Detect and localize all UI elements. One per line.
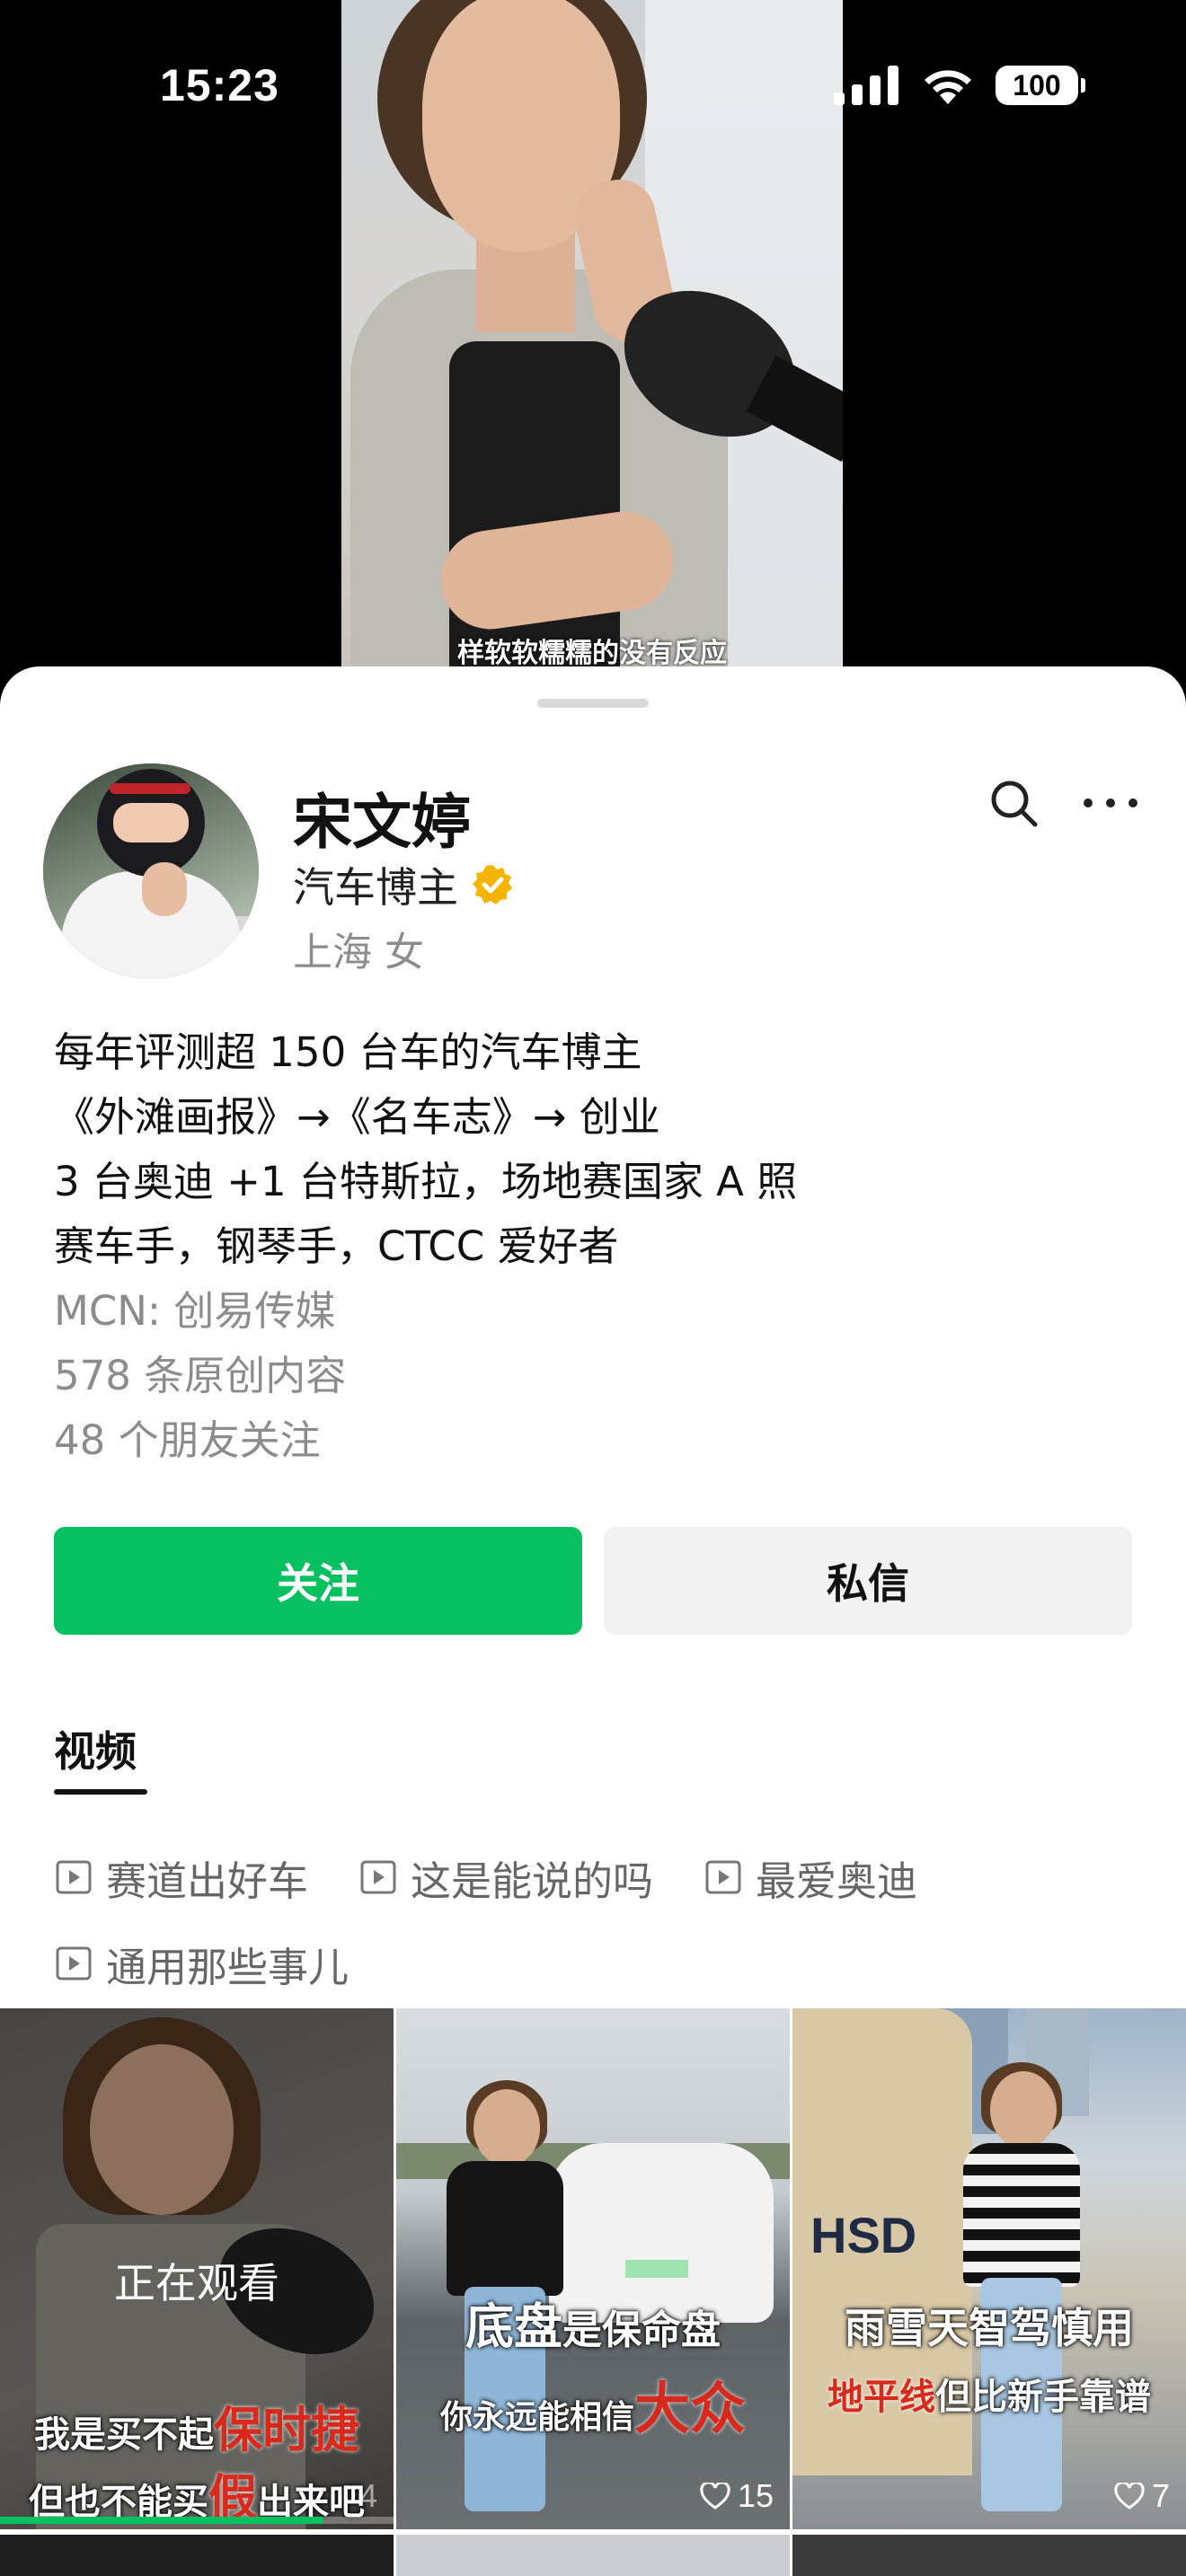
heart-icon (700, 2483, 730, 2510)
caption-highlight: 大众 (634, 2376, 747, 2441)
message-button[interactable]: 私信 (604, 1527, 1132, 1635)
sheet-grabber[interactable] (537, 699, 649, 708)
collection-label: 赛道出好车 (106, 1857, 309, 1905)
caption-text: 我是买不起 (34, 2413, 214, 2456)
video-collections: 赛道出好车 这是能说的吗 最爱奥迪 通用那些事儿 (54, 1834, 1150, 2007)
battery-icon: 100 (996, 66, 1085, 105)
more-icon[interactable] (1084, 778, 1137, 828)
caption-text: 是保命盘 (562, 2307, 721, 2353)
caption-text: 你永远能相信 (439, 2398, 634, 2436)
like-count-value: 7 (1151, 2477, 1170, 2514)
video-grid: 正在观看 我是买不起保时捷 但也不能买假出来吧 4 底盘是保命盘 你永远能相信大… (0, 2008, 1186, 2576)
bio-line: 《外滩画报》→《名车志》→ 创业 (54, 1093, 660, 1141)
caption-highlight: 地平线 (828, 2376, 935, 2418)
video-thumbnail-partial[interactable] (396, 2535, 790, 2576)
search-icon[interactable] (988, 778, 1039, 828)
profile-name: 宋文婷 (293, 788, 471, 857)
video-thumbnail[interactable]: 底盘是保命盘 你永远能相信大众 15 (396, 2008, 790, 2529)
tab-underline (54, 1789, 147, 1795)
status-icons: 100 (834, 65, 1085, 106)
avatar[interactable] (43, 763, 259, 979)
video-subtitle: 样软软糯糯的没有反应 (457, 638, 727, 669)
collection-label: 这是能说的吗 (411, 1857, 654, 1905)
caption-text: 但比新手靠谱 (935, 2376, 1151, 2418)
collection-chip[interactable]: 通用那些事儿 (54, 1935, 349, 1993)
bio-line: 3 台奥迪 +1 台特斯拉，场地赛国家 A 照 (54, 1158, 798, 1205)
caption-text: 雨雪天智驾慎用 (845, 2304, 1134, 2352)
collection-label: 通用那些事儿 (106, 1943, 350, 1991)
collection-chip[interactable]: 这是能说的吗 (358, 1848, 653, 1907)
collection-label: 最爱奥迪 (756, 1857, 918, 1905)
profile-role: 汽车博主 (293, 863, 458, 912)
watch-progress (0, 2517, 394, 2524)
collection-chip[interactable]: 赛道出好车 (54, 1848, 308, 1907)
follow-button[interactable]: 关注 (54, 1527, 582, 1635)
collection-chip[interactable]: 最爱奥迪 (704, 1848, 917, 1907)
verified-icon[interactable] (471, 863, 514, 906)
video-collection-icon (360, 1860, 396, 1894)
video-thumbnail-partial[interactable] (792, 2535, 1186, 2576)
profile-bio: 每年评测超 150 台车的汽车博主 《外滩画报》→《名车志》→ 创业 3 台奥迪… (54, 1020, 1132, 1473)
like-count-value: 4 (358, 2477, 377, 2514)
video-collection-icon (705, 1860, 741, 1894)
bio-line: 每年评测超 150 台车的汽车博主 (54, 1028, 642, 1076)
video-collection-icon (56, 1860, 92, 1894)
heart-icon (1114, 2483, 1145, 2510)
original-count: 578 条原创内容 (54, 1352, 347, 1399)
video-thumbnail[interactable]: HSD 雨雪天智驾慎用 地平线但比新手靠谱 7 (792, 2008, 1186, 2529)
video-collection-icon (56, 1946, 92, 1981)
like-count: 4 (359, 2477, 377, 2515)
profile-sheet: 宋文婷 汽车博主 上海 女 每年评测超 150 台车的汽车博主 《外滩画报》→《… (0, 666, 1186, 2576)
video-thumbnail-partial[interactable] (0, 2535, 394, 2576)
tab-videos[interactable]: 视频 (54, 1719, 137, 1778)
like-count: 15 (700, 2477, 774, 2515)
now-watching-label: 正在观看 (114, 2259, 279, 2307)
signal-icon (834, 66, 898, 105)
wifi-icon (925, 70, 971, 104)
status-bar: 15:23 100 (0, 0, 1186, 171)
status-time: 15:23 (160, 60, 279, 110)
caption-highlight: 保时捷 (214, 2401, 359, 2458)
caption-text: 底盘 (465, 2298, 562, 2355)
friends-following[interactable]: 48 个朋友关注 (54, 1408, 1132, 1473)
like-count-value: 15 (737, 2477, 774, 2514)
profile-role-row: 汽车博主 (293, 855, 514, 914)
profile-location: 上海 女 (293, 930, 424, 975)
bio-line: 赛车手，钢琴手，CTCC 爱好者 (54, 1222, 619, 1270)
mcn-info[interactable]: MCN: 创易传媒 (54, 1279, 1132, 1344)
like-count: 7 (1114, 2477, 1170, 2515)
video-thumbnail[interactable]: 正在观看 我是买不起保时捷 但也不能买假出来吧 4 (0, 2008, 394, 2529)
